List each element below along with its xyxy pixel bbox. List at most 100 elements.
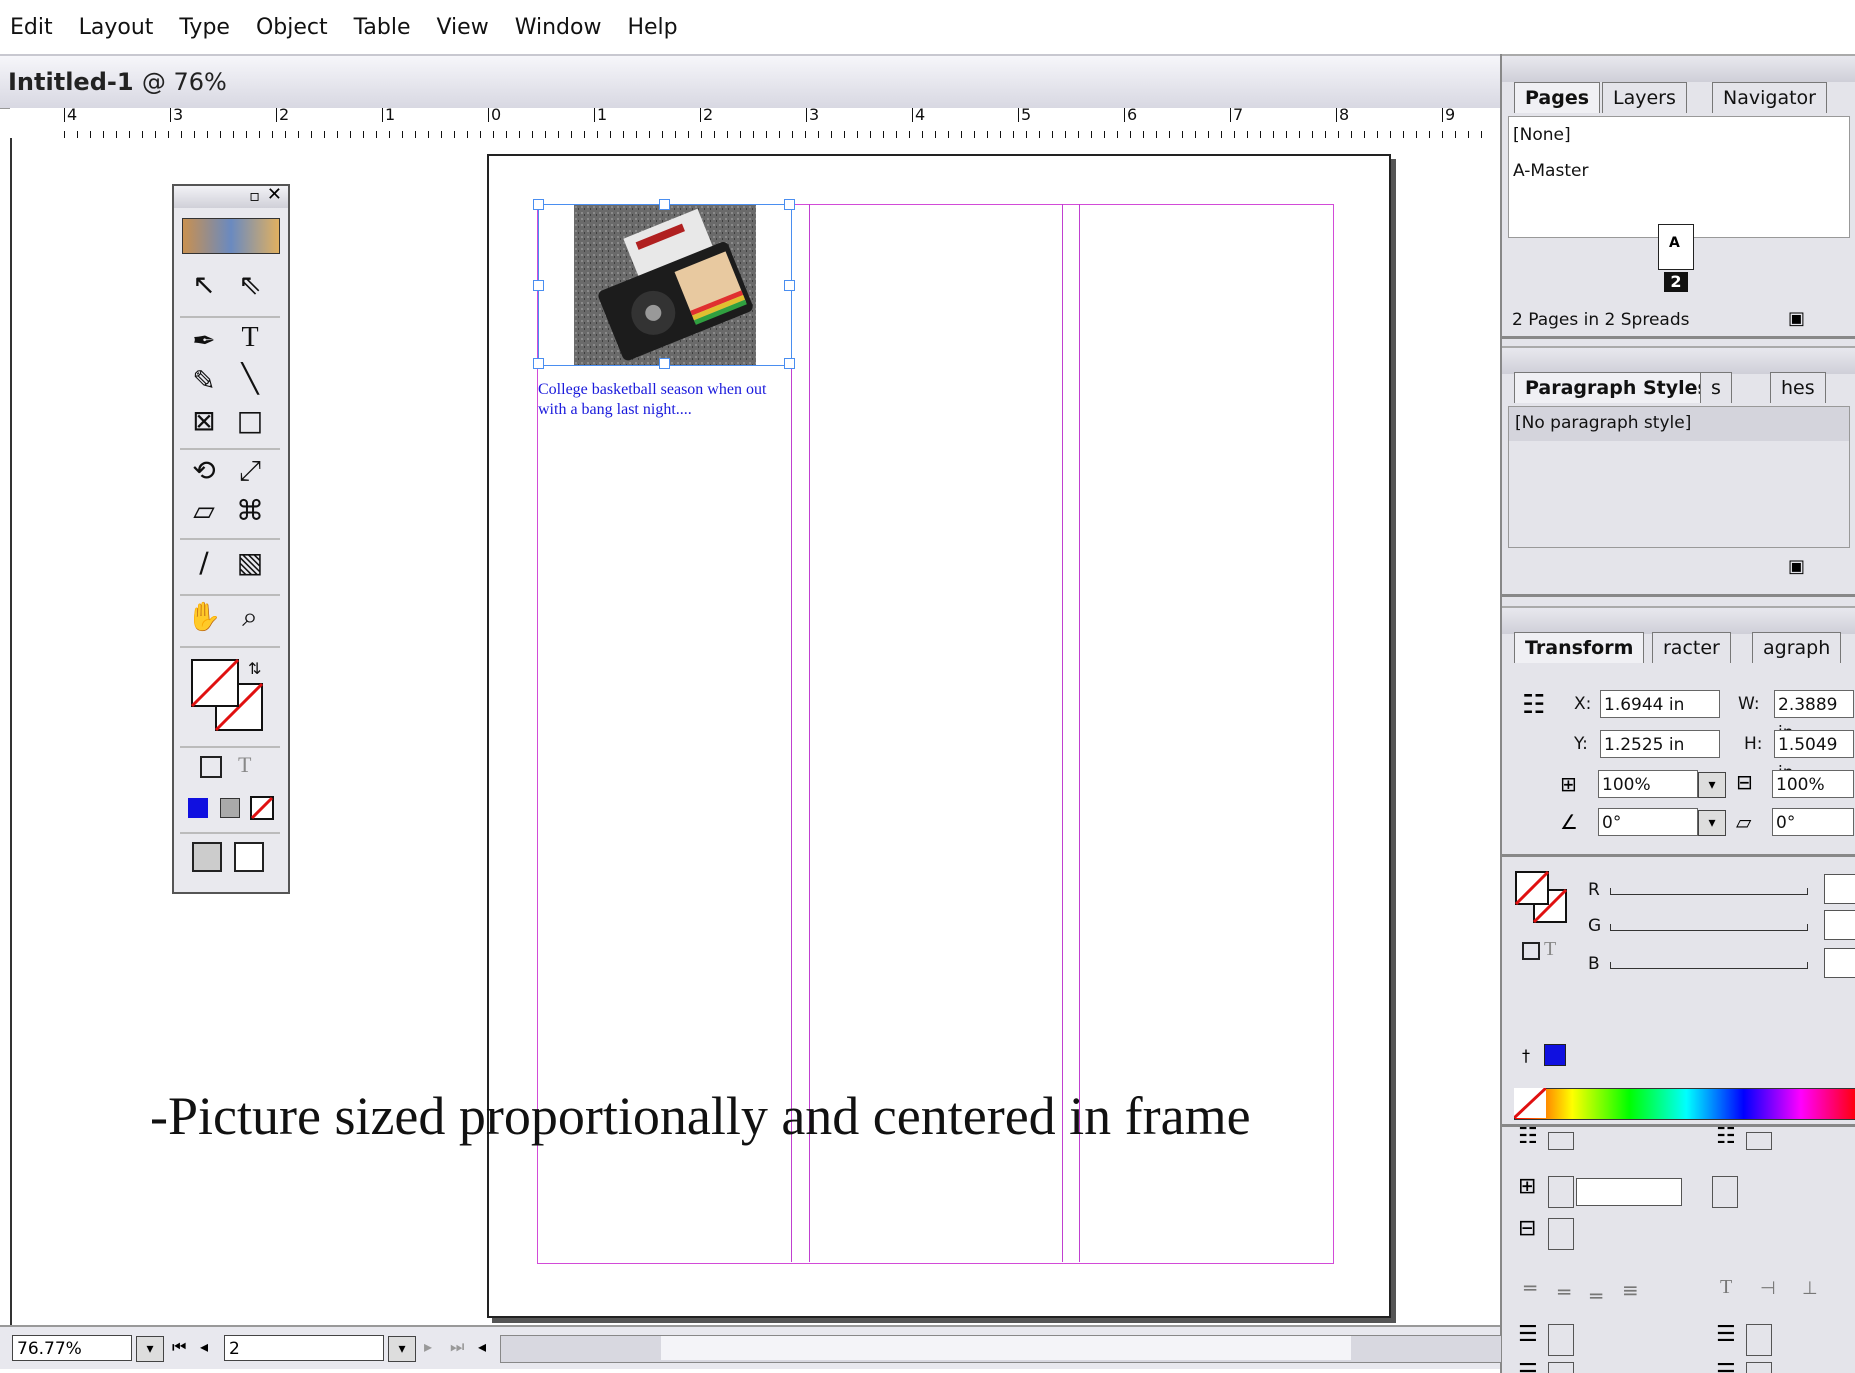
hand-tool-icon[interactable]: ✋ [184,600,224,633]
width-field[interactable]: 2.3889 in [1774,690,1854,743]
color-r-slider[interactable] [1610,888,1808,895]
shear-tool-icon[interactable]: ▱ [184,494,224,527]
row-height-stepper[interactable] [1548,1176,1574,1208]
transform-panel-header[interactable] [1502,606,1855,634]
inset-right-stepper[interactable] [1746,1362,1772,1373]
frame-handle[interactable] [784,199,795,210]
page-dropdown-icon[interactable]: ▾ [388,1336,416,1362]
apply-none-icon[interactable] [250,796,274,820]
first-page-icon[interactable]: ⏮ [172,1337,186,1357]
scale-x-dropdown-icon[interactable]: ▾ [1698,772,1726,798]
paragraph-styles-header[interactable] [1502,346,1855,374]
color-g-field[interactable] [1824,910,1855,940]
inset-top-stepper[interactable] [1548,1324,1574,1356]
color-r-field[interactable] [1824,874,1855,904]
picture-frame[interactable] [533,199,795,369]
inset-bottom-stepper[interactable] [1548,1362,1574,1373]
horizontal-ruler[interactable]: 4 3 2 1 0 1 2 3 4 5 6 7 8 9 [10,107,1500,139]
last-page-icon[interactable]: ⏭ [450,1337,464,1357]
eyedropper-tool-icon[interactable]: ∕ [184,546,224,579]
none-swatch-icon[interactable] [1514,1088,1546,1118]
row-height-max-stepper[interactable] [1712,1176,1738,1208]
menu-type[interactable]: Type [179,15,230,40]
scale-tool-icon[interactable]: ⤢ [230,454,270,488]
tab-transform[interactable]: Transform [1514,632,1645,663]
tools-panel-titlebar[interactable]: ▫ ✕ [174,184,288,208]
page-thumbnail[interactable]: A [1658,224,1694,270]
color-g-slider[interactable] [1610,924,1808,931]
close-icon[interactable]: ✕ [267,184,282,205]
paragraph-styles-list[interactable]: [No paragraph style] [1508,406,1850,548]
text-rotation-90-icon[interactable]: ⊣ [1760,1278,1776,1299]
tab-layers[interactable]: Layers [1602,82,1687,113]
gradient-tool-icon[interactable]: ▧ [230,546,270,579]
color-container-icon[interactable] [1522,942,1540,960]
scale-x-field[interactable]: 100% [1598,770,1698,798]
document-title-bar[interactable]: Intitled-1 @ 76% [0,56,1500,109]
zoom-tool-icon[interactable]: ⌕ [230,600,270,634]
pages-panel-header[interactable] [1502,54,1855,82]
table-columns-stepper[interactable] [1746,1132,1772,1150]
style-row-selected[interactable]: [No paragraph style] [1509,407,1849,441]
frame-handle[interactable] [533,358,544,369]
menu-help[interactable]: Help [627,15,677,40]
adobe-logo-image[interactable] [182,218,280,254]
color-fill-stroke-icon[interactable] [1514,870,1570,926]
new-style-icon[interactable]: ▣ [1788,556,1805,577]
height-field[interactable]: 1.5049 in [1774,730,1854,783]
color-b-slider[interactable] [1610,962,1808,969]
reference-point-icon[interactable]: ☷ [1522,690,1545,720]
rotation-field[interactable]: 0° [1598,808,1698,836]
previous-page-icon[interactable]: ◂ [200,1337,208,1356]
frame-handle[interactable] [784,280,795,291]
text-rotation-icon[interactable]: T [1720,1276,1732,1299]
apply-gradient-icon[interactable] [220,798,240,818]
free-transform-tool-icon[interactable]: ⌘ [230,494,270,527]
table-rows-stepper[interactable] [1548,1132,1574,1150]
text-rotation-180-icon[interactable]: ⊥ [1802,1278,1818,1299]
menu-window[interactable]: Window [515,15,602,40]
pages-master-list[interactable]: [None] A-Master [1508,116,1850,238]
minimize-icon[interactable]: ▫ [249,186,260,205]
tab-swatches[interactable]: hes [1770,372,1826,403]
tab-paragraph-styles[interactable]: Paragraph Styles [1514,372,1720,403]
menu-table[interactable]: Table [354,15,411,40]
color-spectrum-ramp[interactable] [1514,1088,1855,1120]
frame-handle[interactable] [659,199,670,210]
preview-view-icon[interactable] [234,842,264,872]
zoom-dropdown-icon[interactable]: ▾ [136,1336,164,1362]
align-center-icon[interactable]: ═ [1558,1280,1570,1304]
scale-y-field[interactable]: 100% [1772,770,1854,798]
inset-left-stepper[interactable] [1746,1324,1772,1356]
selection-tool-icon[interactable]: ↖ [184,268,224,301]
gamut-swatch[interactable] [1544,1044,1566,1066]
menu-object[interactable]: Object [256,15,328,40]
menu-layout[interactable]: Layout [79,15,154,40]
frame-handle[interactable] [784,358,795,369]
pencil-tool-icon[interactable]: ✎ [184,364,224,397]
line-tool-icon[interactable]: ╲ [230,362,270,395]
next-page-icon[interactable]: ▸ [424,1337,432,1356]
column-width-stepper[interactable] [1548,1218,1574,1250]
rotate-tool-icon[interactable]: ⟲ [184,454,224,487]
rectangle-frame-tool-icon[interactable]: ⊠ [184,404,224,437]
text-format-icon[interactable]: T [238,752,251,778]
zoom-level-field[interactable]: 76.77% [12,1335,132,1361]
y-position-field[interactable]: 1.2525 in [1600,730,1720,758]
menu-edit[interactable]: Edit [10,15,53,40]
tab-character-styles[interactable]: s [1700,372,1732,403]
fill-stroke-swatch-icon[interactable]: ⇅ [188,656,272,740]
tab-paragraph[interactable]: agraph [1752,632,1842,663]
menu-view[interactable]: View [436,15,488,40]
row-height-field[interactable] [1576,1178,1682,1206]
style-no-paragraph[interactable]: [No paragraph style] [1515,413,1691,433]
horizontal-scrollbar[interactable] [500,1335,1502,1363]
tab-character[interactable]: racter [1652,632,1731,663]
pen-tool-icon[interactable]: ✒ [184,324,224,357]
frame-handle[interactable] [533,280,544,291]
text-frame-caption[interactable]: College basketball season when out with … [538,380,793,420]
normal-view-icon[interactable] [192,842,222,872]
rotation-dropdown-icon[interactable]: ▾ [1698,810,1726,836]
master-none[interactable]: [None] [1513,125,1571,145]
new-page-icon[interactable]: ▣ [1788,308,1805,329]
